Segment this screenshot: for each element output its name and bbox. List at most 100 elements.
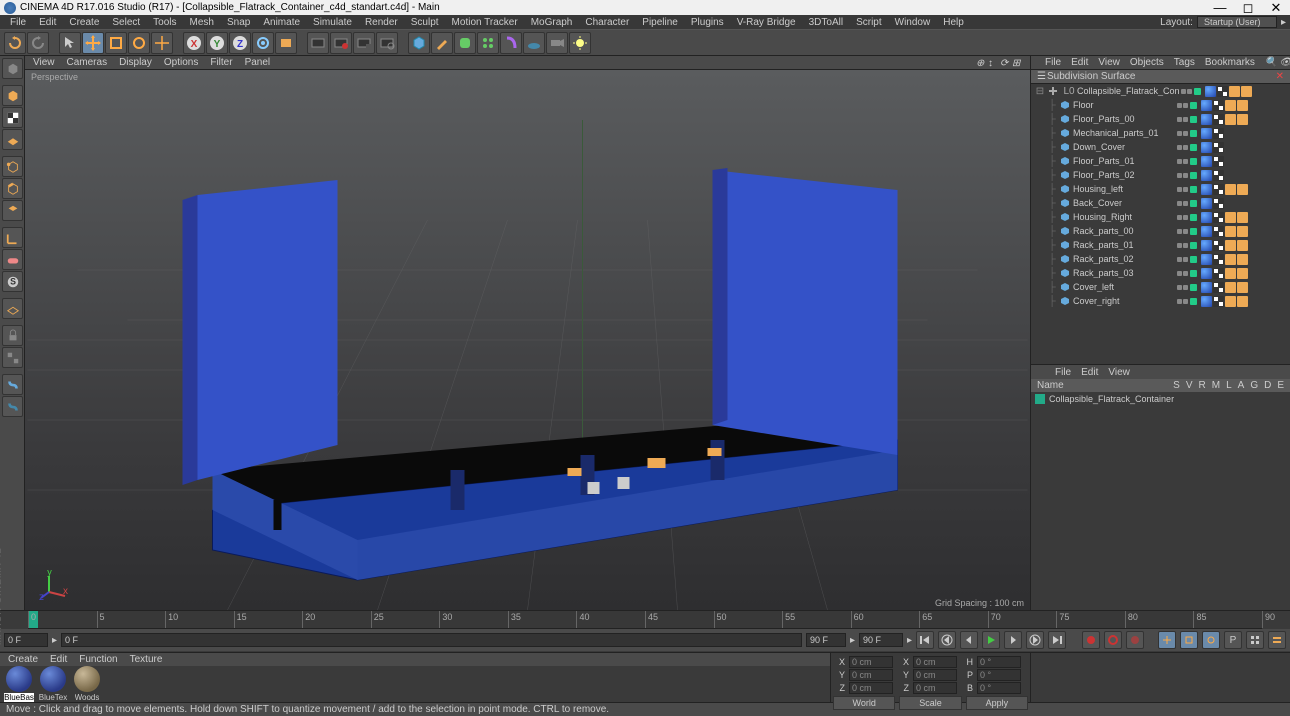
- undo-button[interactable]: [4, 32, 26, 54]
- attr-menu-file[interactable]: File: [1055, 367, 1071, 378]
- keyframe-sel-button[interactable]: [1126, 631, 1144, 649]
- range-end-field[interactable]: [806, 633, 846, 647]
- goto-end-button[interactable]: [1048, 631, 1066, 649]
- menu-snap[interactable]: Snap: [221, 17, 256, 28]
- stepper-icon-2[interactable]: ▸: [850, 635, 855, 646]
- next-frame-button[interactable]: [1004, 631, 1022, 649]
- rotate-tool[interactable]: [128, 32, 150, 54]
- maximize-button[interactable]: ◻: [1238, 0, 1258, 16]
- texture-mode[interactable]: [2, 107, 23, 128]
- menu-script[interactable]: Script: [850, 17, 888, 28]
- tree-row[interactable]: ├Rack_parts_00: [1031, 224, 1290, 238]
- menu-help[interactable]: Help: [937, 17, 970, 28]
- locked-workplane-button[interactable]: [2, 325, 23, 346]
- subdiv-surface-button[interactable]: [454, 32, 476, 54]
- attr-menu-edit[interactable]: Edit: [1081, 367, 1098, 378]
- obj-menu-bookmarks[interactable]: Bookmarks: [1205, 57, 1255, 68]
- z-size-field[interactable]: [913, 682, 957, 694]
- layout-selector[interactable]: Startup (User): [1197, 16, 1277, 28]
- minimize-button[interactable]: —: [1210, 0, 1230, 16]
- scale-tool[interactable]: [105, 32, 127, 54]
- last-tool[interactable]: [151, 32, 173, 54]
- tree-row[interactable]: ├Floor_Parts_00: [1031, 112, 1290, 126]
- layout-arrow-icon[interactable]: ▸: [1281, 17, 1286, 28]
- close-button[interactable]: ✕: [1266, 0, 1286, 16]
- tree-row[interactable]: ├Rack_parts_01: [1031, 238, 1290, 252]
- z-axis-lock[interactable]: Z: [229, 32, 251, 54]
- tree-row[interactable]: ├Floor_Parts_01: [1031, 154, 1290, 168]
- workplane-mode[interactable]: [2, 129, 23, 150]
- menu-edit[interactable]: Edit: [33, 17, 62, 28]
- material-list[interactable]: BlueBasBlueTexWoods: [0, 666, 830, 702]
- b-rot-field[interactable]: [977, 682, 1021, 694]
- key-options-button[interactable]: [1268, 631, 1286, 649]
- z-pos-field[interactable]: [849, 682, 893, 694]
- record-button[interactable]: [1082, 631, 1100, 649]
- planar-workplane-button[interactable]: [2, 347, 23, 368]
- view-menu-filter[interactable]: Filter: [210, 57, 232, 68]
- prev-key-button[interactable]: [938, 631, 956, 649]
- search-icon[interactable]: 🔍: [1265, 57, 1277, 68]
- tree-row[interactable]: ├Mechanical_parts_01: [1031, 126, 1290, 140]
- eye-icon[interactable]: 👁: [1279, 57, 1290, 68]
- h-rot-field[interactable]: [977, 656, 1021, 668]
- menu-character[interactable]: Character: [579, 17, 635, 28]
- timeline-ruler[interactable]: 051015202530354045505560657075808590: [28, 611, 1262, 629]
- script-button[interactable]: [2, 396, 23, 417]
- snap-button[interactable]: S: [2, 271, 23, 292]
- close-panel-icon[interactable]: ✕: [1276, 71, 1284, 82]
- tree-row[interactable]: ├Housing_left: [1031, 182, 1290, 196]
- p-rot-field[interactable]: [977, 669, 1021, 681]
- key-pla-button[interactable]: [1246, 631, 1264, 649]
- live-select-tool[interactable]: [59, 32, 81, 54]
- x-pos-field[interactable]: [849, 656, 893, 668]
- camera-button[interactable]: [546, 32, 568, 54]
- render-region-button[interactable]: [330, 32, 352, 54]
- workplane-button[interactable]: [2, 298, 23, 319]
- view-menu-cameras[interactable]: Cameras: [67, 57, 108, 68]
- array-button[interactable]: [477, 32, 499, 54]
- light-button[interactable]: [569, 32, 591, 54]
- pen-tool-button[interactable]: [431, 32, 453, 54]
- stepper-icon[interactable]: ▸: [52, 635, 57, 646]
- y-pos-field[interactable]: [849, 669, 893, 681]
- mat-menu-texture[interactable]: Texture: [130, 654, 163, 665]
- view-nav-icon-2[interactable]: ↕: [988, 58, 998, 68]
- menu-motion-tracker[interactable]: Motion Tracker: [446, 17, 524, 28]
- python-tag-button[interactable]: [2, 374, 23, 395]
- menu-animate[interactable]: Animate: [257, 17, 306, 28]
- menu-render[interactable]: Render: [359, 17, 404, 28]
- menu-select[interactable]: Select: [106, 17, 146, 28]
- menu-sculpt[interactable]: Sculpt: [405, 17, 445, 28]
- y-size-field[interactable]: [913, 669, 957, 681]
- key-rot-button[interactable]: [1202, 631, 1220, 649]
- menu-mograph[interactable]: MoGraph: [525, 17, 579, 28]
- attr-menu-view[interactable]: View: [1108, 367, 1130, 378]
- obj-menu-tags[interactable]: Tags: [1174, 57, 1195, 68]
- enable-axis-button[interactable]: [2, 227, 23, 248]
- tree-row[interactable]: ├Floor: [1031, 98, 1290, 112]
- redo-button[interactable]: [27, 32, 49, 54]
- tree-row[interactable]: ├Rack_parts_02: [1031, 252, 1290, 266]
- floor-button[interactable]: [523, 32, 545, 54]
- tree-row-root[interactable]: ⊟L0Collapsible_Flatrack_Container: [1031, 84, 1290, 98]
- menu-file[interactable]: File: [4, 17, 32, 28]
- play-button[interactable]: [982, 631, 1000, 649]
- key-scale-button[interactable]: [1180, 631, 1198, 649]
- mat-menu-create[interactable]: Create: [8, 654, 38, 665]
- tree-row[interactable]: ├Back_Cover: [1031, 196, 1290, 210]
- view-nav-icon-3[interactable]: ⟳: [1000, 58, 1010, 68]
- material-bluebas[interactable]: BlueBas: [4, 666, 34, 702]
- next-key-button[interactable]: [1026, 631, 1044, 649]
- view-menu-options[interactable]: Options: [164, 57, 198, 68]
- axis-gizmo[interactable]: y x z: [39, 570, 69, 600]
- view-menu-display[interactable]: Display: [119, 57, 152, 68]
- menu-pipeline[interactable]: Pipeline: [636, 17, 684, 28]
- material-woods[interactable]: Woods: [72, 666, 102, 702]
- make-editable-button[interactable]: [275, 32, 297, 54]
- tree-row[interactable]: ├Down_Cover: [1031, 140, 1290, 154]
- menu-mesh[interactable]: Mesh: [184, 17, 220, 28]
- polygon-mode[interactable]: [2, 200, 23, 221]
- prev-frame-button[interactable]: [960, 631, 978, 649]
- key-param-button[interactable]: P: [1224, 631, 1242, 649]
